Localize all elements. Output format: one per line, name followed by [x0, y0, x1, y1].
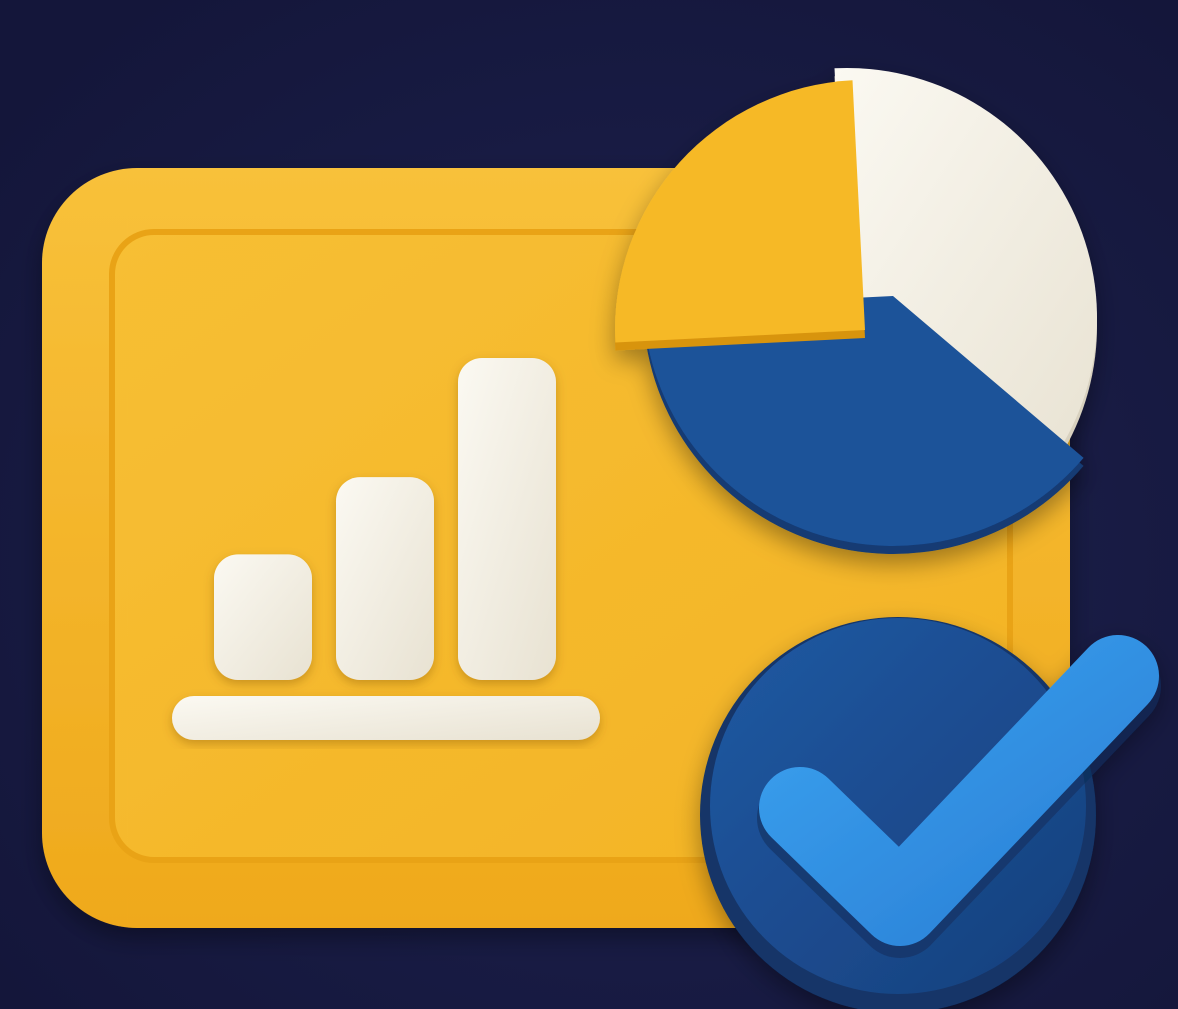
- analytics-report-approved-icon: [0, 0, 1178, 1009]
- bar-3: [458, 358, 556, 680]
- bar-1: [214, 554, 312, 680]
- illustration-stage: [0, 0, 1178, 1009]
- bar-2: [336, 477, 434, 680]
- bar-chart-baseline: [172, 696, 600, 740]
